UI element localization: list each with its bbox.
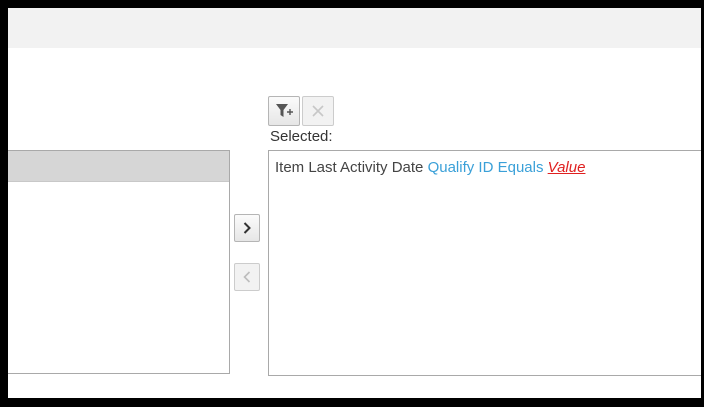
filter-plus-icon: [274, 102, 294, 120]
chevron-right-icon: [242, 221, 252, 235]
selected-item-operator[interactable]: Equals: [498, 159, 544, 176]
selected-item-qualify[interactable]: Qualify ID: [428, 159, 494, 176]
selected-item-field: Item Last Activity Date: [275, 159, 424, 176]
top-bar: [8, 8, 701, 48]
selected-fields-list[interactable]: Item Last Activity Date Qualify ID Equal…: [268, 150, 701, 376]
add-filter-button[interactable]: [268, 96, 300, 126]
available-fields-list-header: [8, 151, 229, 182]
move-right-button[interactable]: [234, 214, 260, 242]
selected-item-value-link[interactable]: Value: [548, 159, 586, 176]
selected-item[interactable]: Item Last Activity Date Qualify ID Equal…: [275, 159, 585, 177]
dialog-frame: Selected: Item Last Activity Date Qualif…: [8, 8, 701, 398]
remove-filter-button[interactable]: [302, 96, 334, 126]
selected-label: Selected:: [270, 128, 333, 145]
available-fields-list[interactable]: [8, 150, 230, 374]
move-left-button[interactable]: [234, 263, 260, 291]
close-icon: [310, 103, 326, 119]
chevron-left-icon: [242, 270, 252, 284]
